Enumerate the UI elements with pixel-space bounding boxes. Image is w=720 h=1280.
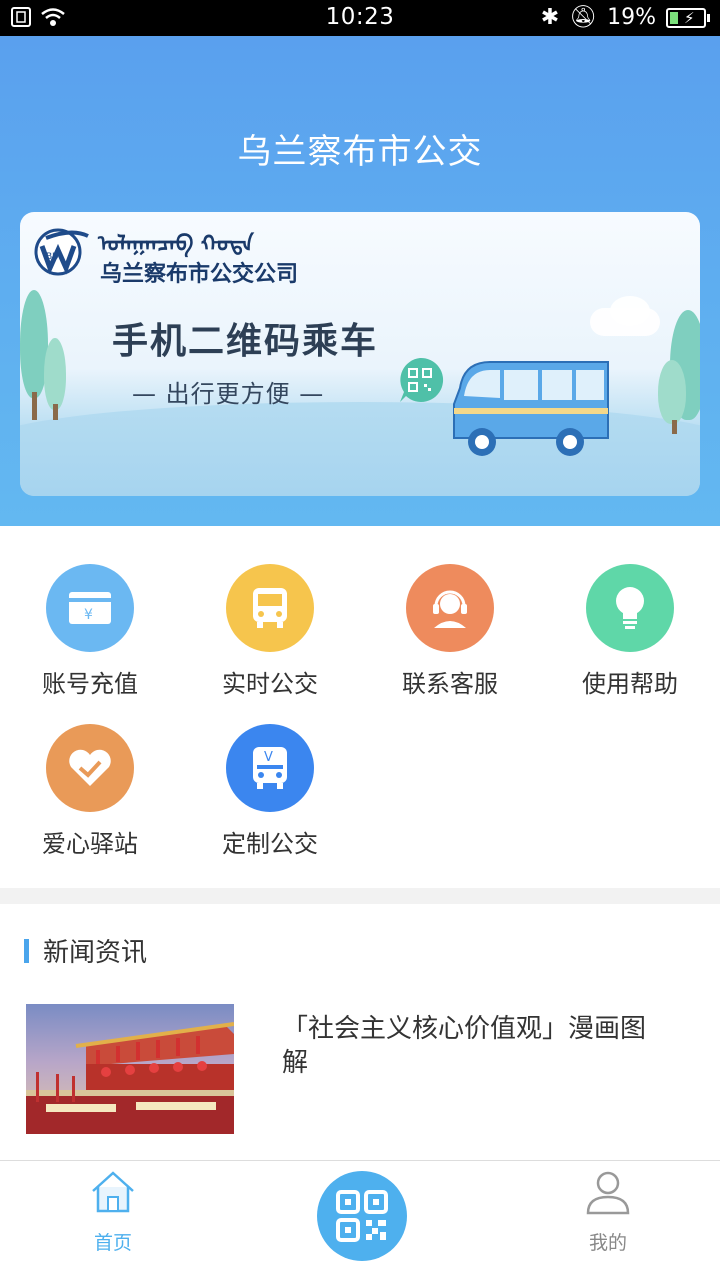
bluetooth-icon: ✱	[540, 5, 560, 30]
banner-slogan: 手机二维码乘车	[112, 321, 379, 362]
news-section: 新闻资讯 「社会主义核心价值观」漫画图解	[0, 904, 720, 1160]
qr-scan-button[interactable]	[317, 1171, 407, 1261]
menu-recharge[interactable]: ¥ 账号充值	[0, 564, 180, 699]
headset-icon	[406, 564, 494, 652]
svg-text:V: V	[264, 750, 273, 765]
menu-customer-service[interactable]: 联系客服	[360, 564, 540, 699]
promo-banner[interactable]: BU ᠤᠯᠠᠭᠠᠨᠴᠠᠪ ᠬᠣᠲᠠ 乌兰察布市公交公司 手机二维码乘车 — 出行…	[20, 212, 700, 496]
svg-text:¥: ¥	[84, 607, 93, 623]
news-heading-text: 新闻资讯	[43, 938, 148, 968]
banner-company-name: 乌兰察布市公交公司	[100, 261, 299, 287]
function-grid: ¥ 账号充值 实时公交 联系客服 使用帮助 爱心驿站 V 定制公交	[0, 526, 720, 888]
menu-label: 定制公交	[222, 830, 318, 858]
bottom-navigation: 首页 我的	[0, 1160, 720, 1280]
header: 乌兰察布市公交 BU ᠤᠯᠠᠭᠠᠨᠴᠠᠪ ᠬᠣᠲᠠ 乌兰察布市公交公司 手机二维…	[0, 36, 720, 526]
banner-mongolian-text: ᠤᠯᠠᠭᠠᠨᠴᠠᠪ ᠬᠣᠲᠠ	[98, 231, 254, 257]
page-title: 乌兰察布市公交	[237, 132, 483, 172]
nav-home[interactable]: 首页	[53, 1169, 173, 1255]
news-thumbnail[interactable]	[26, 1004, 234, 1134]
heart-icon	[46, 724, 134, 812]
battery-icon: ⚡︎	[666, 7, 710, 28]
menu-love-station[interactable]: 爱心驿站	[0, 724, 180, 859]
bus-icon	[226, 564, 314, 652]
menu-label: 实时公交	[222, 670, 318, 698]
status-right-icons: ✱ 🔕︎ 19% ⚡︎	[540, 5, 710, 30]
heading-accent-bar	[24, 938, 29, 963]
tiananmen-image	[26, 1022, 234, 1134]
news-article-title[interactable]: 「社会主义核心价值观」漫画图解	[282, 1012, 662, 1080]
nav-mine[interactable]: 我的	[548, 1169, 668, 1255]
menu-label: 联系客服	[402, 670, 498, 698]
menu-label: 账号充值	[42, 670, 138, 698]
nav-mine-label: 我的	[588, 1232, 627, 1254]
status-bar: 10:23 ✱ 🔕︎ 19% ⚡︎	[0, 0, 720, 36]
company-logo: BU	[34, 228, 89, 276]
qr-bubble-icon	[400, 357, 444, 402]
menu-label: 使用帮助	[582, 670, 678, 698]
logo-text: BU	[46, 252, 59, 262]
qr-code-icon	[336, 1190, 388, 1242]
menu-help[interactable]: 使用帮助	[540, 564, 720, 699]
home-icon	[92, 1171, 134, 1213]
news-heading: 新闻资讯	[24, 932, 147, 969]
banner-subtitle: — 出行更方便 —	[132, 380, 325, 408]
lightbulb-icon	[586, 564, 674, 652]
nav-home-label: 首页	[93, 1232, 132, 1254]
mute-bell-icon: 🔕︎	[569, 5, 598, 30]
card-icon: ¥	[46, 564, 134, 652]
bus-illustration	[453, 361, 609, 456]
menu-realtime-bus[interactable]: 实时公交	[180, 564, 360, 699]
menu-custom-bus[interactable]: V 定制公交	[180, 724, 360, 859]
user-icon	[586, 1171, 630, 1215]
custom-bus-icon: V	[226, 724, 314, 812]
menu-label: 爱心驿站	[42, 830, 138, 858]
battery-percent: 19%	[607, 5, 656, 30]
